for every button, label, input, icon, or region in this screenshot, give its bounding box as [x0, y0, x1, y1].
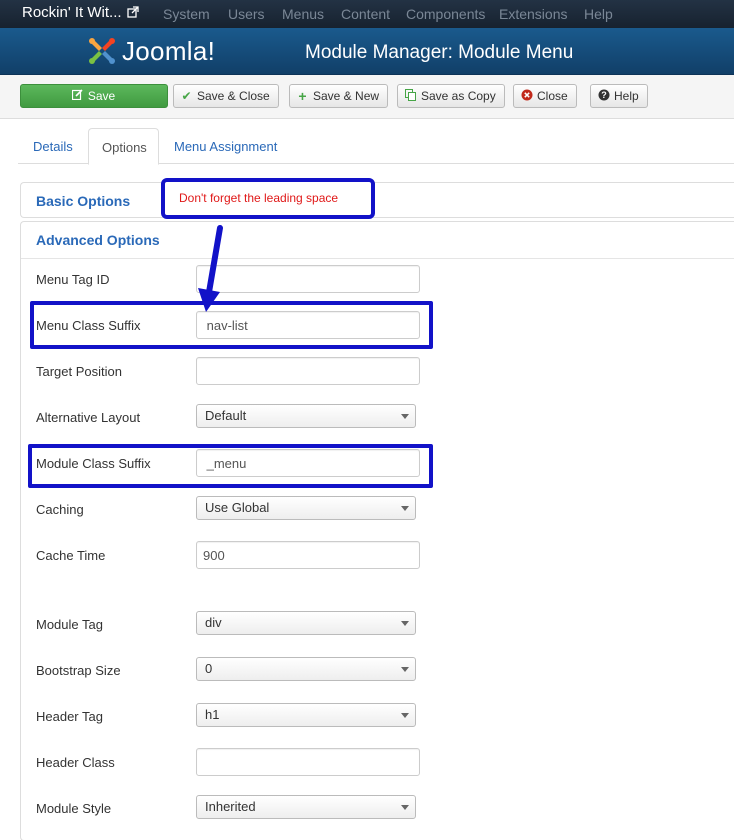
menu-components[interactable]: Components [406, 6, 485, 22]
module-style-value: Inherited [205, 799, 256, 814]
header-tag-label: Header Tag [36, 709, 103, 724]
header-class-label: Header Class [36, 755, 115, 770]
alternative-layout-label: Alternative Layout [36, 410, 141, 425]
menu-content[interactable]: Content [341, 6, 390, 22]
joomla-logo-icon [89, 38, 115, 64]
check-icon: ✔ [181, 89, 192, 103]
advanced-options-toggle[interactable]: Advanced Options [36, 232, 160, 248]
caching-value: Use Global [205, 500, 270, 515]
tab-bar: Details Options Menu Assignment [18, 128, 734, 165]
chevron-down-icon [401, 621, 409, 626]
tab-options[interactable]: Options [88, 128, 159, 165]
page-header: Joomla! Module Manager: Module Menu [0, 28, 734, 75]
toolbar: Save ✔ Save & Close + Save & New Save as… [0, 75, 734, 119]
caching-label: Caching [36, 502, 84, 517]
module-style-select[interactable]: Inherited [196, 795, 416, 819]
menu-extensions[interactable]: Extensions [499, 6, 567, 22]
target-position-input[interactable] [196, 357, 420, 385]
chevron-down-icon [401, 506, 409, 511]
annotation-text: Don't forget the leading space [179, 191, 339, 205]
module-tag-label: Module Tag [36, 617, 103, 632]
save-close-button[interactable]: ✔ Save & Close [173, 84, 279, 108]
menu-tag-id-label: Menu Tag ID [36, 272, 110, 287]
save-close-label: Save & Close [197, 89, 270, 103]
chevron-down-icon [401, 805, 409, 810]
annotation-arrow-icon [198, 225, 223, 312]
basic-options-toggle[interactable]: Basic Options [36, 193, 130, 209]
save-copy-button[interactable]: Save as Copy [397, 84, 505, 108]
save-button[interactable]: Save [20, 84, 168, 108]
copy-icon [404, 88, 417, 104]
edit-icon [71, 89, 84, 103]
chevron-down-icon [401, 414, 409, 419]
annotation-callout: Don't forget the leading space [161, 178, 375, 219]
save-button-label: Save [87, 89, 116, 103]
alternative-layout-select[interactable]: Default [196, 404, 416, 428]
target-position-label: Target Position [36, 364, 122, 379]
panel-divider [21, 258, 734, 259]
help-label: Help [614, 89, 639, 103]
page-title: Module Manager: Module Menu [305, 42, 574, 63]
tab-menu-assignment[interactable]: Menu Assignment [174, 128, 277, 164]
module-tag-select[interactable]: div [196, 611, 416, 635]
joomla-logo[interactable]: Joomla! [86, 33, 215, 69]
external-link-icon[interactable] [127, 6, 139, 18]
top-navbar: Rockin' It Wit... System Users Menus Con… [0, 0, 734, 28]
basic-options-panel: Basic Options [20, 182, 734, 218]
tab-details[interactable]: Details [33, 128, 73, 164]
menu-help[interactable]: Help [584, 6, 613, 22]
cache-time-label: Cache Time [36, 548, 106, 563]
close-circle-icon [520, 89, 533, 104]
logo-text: Joomla! [122, 35, 216, 66]
header-tag-value: h1 [205, 707, 220, 722]
bootstrap-size-select[interactable]: 0 [196, 657, 416, 681]
close-button[interactable]: Close [513, 84, 577, 108]
close-label: Close [537, 89, 568, 103]
bootstrap-size-label: Bootstrap Size [36, 663, 121, 678]
menu-menus[interactable]: Menus [282, 6, 324, 22]
cache-time-input[interactable] [196, 541, 420, 569]
header-class-input[interactable] [196, 748, 420, 776]
menu-users[interactable]: Users [228, 6, 265, 22]
plus-icon: + [298, 88, 307, 104]
alternative-layout-value: Default [205, 408, 247, 423]
module-tag-value: div [205, 615, 222, 630]
save-new-button[interactable]: + Save & New [289, 84, 389, 108]
bootstrap-size-value: 0 [205, 661, 213, 676]
caching-select[interactable]: Use Global [196, 496, 416, 520]
menu-system[interactable]: System [163, 6, 210, 22]
chevron-down-icon [401, 713, 409, 718]
highlight-menu-class-suffix [30, 301, 433, 349]
save-copy-label: Save as Copy [421, 89, 496, 103]
help-button[interactable]: ? Help [590, 84, 648, 108]
chevron-down-icon [401, 667, 409, 672]
header-tag-select[interactable]: h1 [196, 703, 416, 727]
module-style-label: Module Style [36, 801, 112, 816]
svg-text:?: ? [601, 90, 607, 100]
save-new-label: Save & New [313, 89, 380, 103]
help-circle-icon: ? [597, 89, 610, 104]
highlight-module-class-suffix [28, 444, 433, 488]
site-title-link[interactable]: Rockin' It Wit... [22, 4, 122, 21]
